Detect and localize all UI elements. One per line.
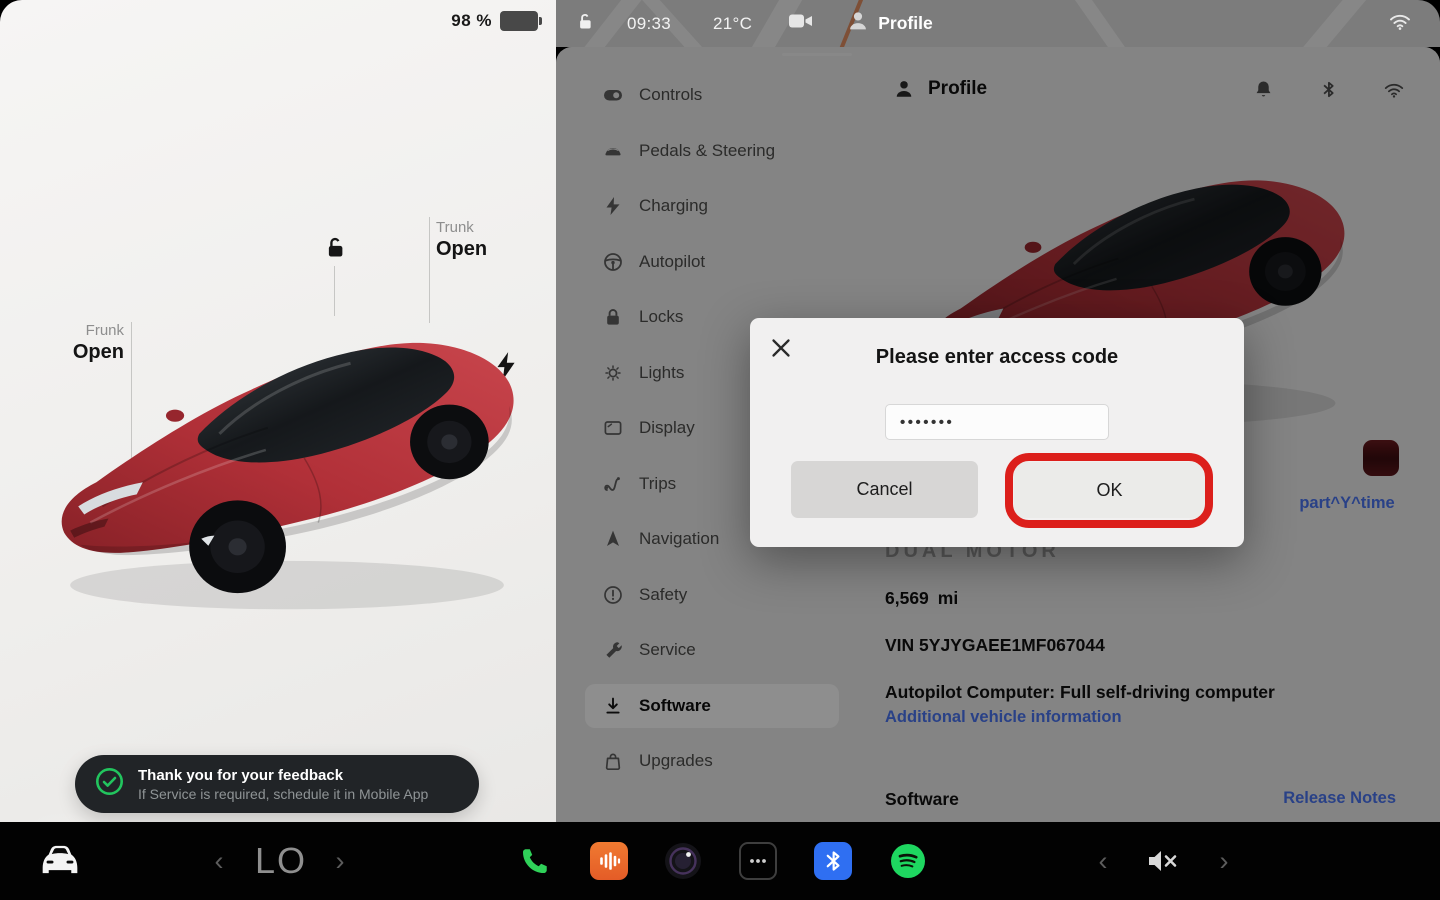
volume-down-chevron[interactable]: ‹ xyxy=(1089,822,1117,900)
cancel-button[interactable]: Cancel xyxy=(791,461,978,518)
clock: 09:33 xyxy=(627,14,671,34)
bluetooth-icon xyxy=(814,842,852,880)
access-code-input[interactable] xyxy=(885,404,1109,440)
battery-icon xyxy=(500,11,538,31)
driver-temperature[interactable]: LO xyxy=(246,822,316,900)
wifi-icon xyxy=(1388,11,1412,36)
bottom-dock: ‹ LO › xyxy=(0,822,1440,900)
battery-percent: 98 % xyxy=(451,11,492,31)
phone-icon xyxy=(519,845,551,877)
car-launcher-button[interactable] xyxy=(26,822,94,900)
trunk-status[interactable]: Trunk Open xyxy=(436,219,516,261)
check-circle-icon xyxy=(95,767,124,801)
unlock-icon[interactable] xyxy=(321,234,348,266)
temp-increase-chevron[interactable]: › xyxy=(326,822,354,900)
temp-decrease-chevron[interactable]: ‹ xyxy=(205,822,233,900)
spotify-icon xyxy=(889,842,927,880)
ok-button[interactable]: OK xyxy=(1014,462,1205,518)
toast-title: Thank you for your feedback xyxy=(138,767,428,784)
battery-status: 98 % xyxy=(451,11,538,31)
toast-subtitle: If Service is required, schedule it in M… xyxy=(138,786,428,802)
access-code-dialog: Please enter access code Cancel OK xyxy=(750,318,1244,547)
tesla-touchscreen: 98 % Frunk Open Trunk Open xyxy=(0,0,1440,900)
more-apps-button[interactable] xyxy=(738,822,778,900)
speaker-muted-icon xyxy=(1146,847,1182,875)
active-profile-label[interactable]: Profile xyxy=(878,13,932,34)
volume-up-chevron[interactable]: › xyxy=(1210,822,1238,900)
outside-temperature[interactable]: 21°C xyxy=(713,14,752,34)
person-icon xyxy=(846,9,870,38)
dialog-title: Please enter access code xyxy=(750,346,1244,369)
voice-memo-icon xyxy=(590,842,628,880)
unlock-icon[interactable] xyxy=(574,11,595,37)
bluetooth-app-button[interactable] xyxy=(813,822,853,900)
more-apps-icon xyxy=(739,842,777,880)
voice-memo-app-button[interactable] xyxy=(589,822,629,900)
volume-mute-button[interactable] xyxy=(1138,822,1190,900)
trunk-state: Open xyxy=(436,238,516,261)
feedback-toast: Thank you for your feedback If Service i… xyxy=(75,755,479,813)
camera-lens-icon xyxy=(663,841,703,881)
car-icon xyxy=(34,839,86,883)
vehicle-status-panel: 98 % Frunk Open Trunk Open xyxy=(0,0,556,822)
phone-app-button[interactable] xyxy=(515,822,555,900)
trunk-label: Trunk xyxy=(436,219,516,236)
camera-app-button[interactable] xyxy=(663,822,703,900)
spotify-app-button[interactable] xyxy=(888,822,928,900)
camera-icon[interactable] xyxy=(788,11,814,36)
top-status-bar: 09:33 21°C Profile xyxy=(556,0,1440,47)
vehicle-render xyxy=(50,298,524,612)
